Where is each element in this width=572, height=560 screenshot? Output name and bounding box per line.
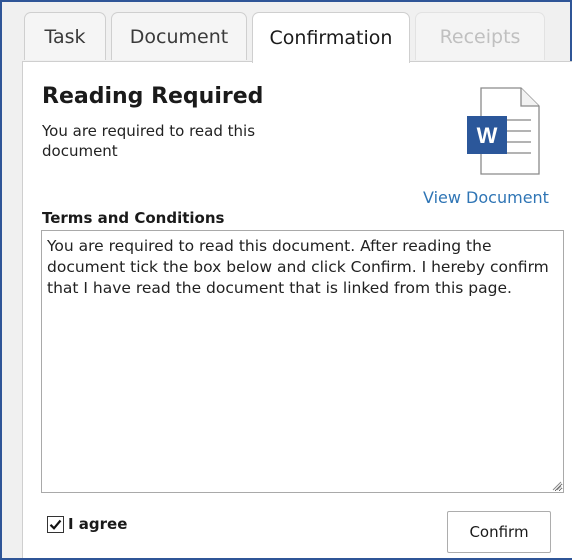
word-document-icon[interactable]: W: [443, 82, 543, 182]
terms-textarea[interactable]: You are required to read this document. …: [41, 230, 564, 493]
page-title: Reading Required: [42, 84, 264, 109]
agree-option[interactable]: I agree: [47, 515, 127, 533]
confirmation-panel: Reading Required You are required to rea…: [22, 61, 572, 558]
tab-receipts: Receipts: [415, 12, 545, 60]
tab-receipts-label: Receipts: [439, 25, 521, 48]
terms-label: Terms and Conditions: [42, 209, 225, 227]
tab-task-label: Task: [44, 25, 86, 48]
reading-required-message: You are required to read this document: [42, 122, 256, 160]
tab-task[interactable]: Task: [24, 12, 106, 60]
tab-document[interactable]: Document: [111, 12, 247, 60]
window-frame: Task Document Confirmation Receipts Read…: [0, 0, 572, 560]
view-document-link[interactable]: View Document: [423, 188, 549, 207]
word-icon-letter: W: [477, 123, 498, 148]
agree-label: I agree: [68, 515, 128, 533]
checkmark-icon: [49, 519, 62, 530]
tab-confirmation-label: Confirmation: [269, 27, 393, 49]
tab-document-label: Document: [129, 25, 229, 48]
resize-grip-icon[interactable]: [550, 479, 562, 491]
confirm-button[interactable]: Confirm: [447, 511, 551, 553]
agree-checkbox[interactable]: [47, 515, 64, 533]
tab-confirmation[interactable]: Confirmation: [252, 12, 410, 63]
